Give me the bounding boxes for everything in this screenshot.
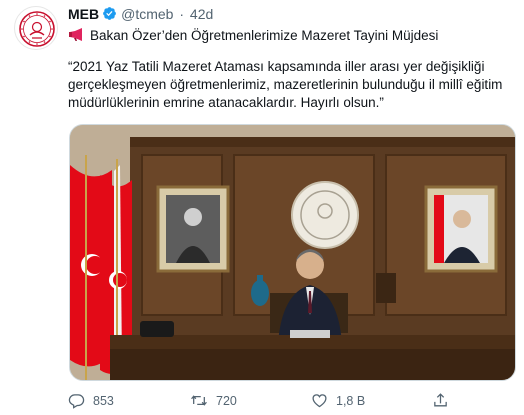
share-icon bbox=[432, 392, 449, 409]
reply-count: 853 bbox=[93, 393, 114, 408]
author-name[interactable]: MEB bbox=[68, 6, 99, 22]
reply-button[interactable]: 853 bbox=[68, 392, 114, 409]
tweet-headline-row: Bakan Özer’den Öğretmenlerimize Mazeret … bbox=[68, 27, 438, 47]
tweet-text-line: gerçekleşmeyen öğretmenlerimiz, mazeretl… bbox=[68, 77, 503, 92]
separator-dot: · bbox=[179, 6, 185, 22]
avatar[interactable] bbox=[14, 6, 58, 50]
author-handle[interactable]: @tcmeb bbox=[121, 6, 173, 22]
tweet-text: “2021 Yaz Tatili Mazeret Ataması kapsamı… bbox=[68, 58, 508, 112]
tweet-headline: Bakan Özer’den Öğretmenlerimize Mazeret … bbox=[90, 28, 439, 43]
like-button[interactable]: 1,8 B bbox=[311, 392, 365, 409]
share-button[interactable] bbox=[432, 392, 449, 409]
tweet-header: MEB @tcmeb · 42d bbox=[68, 5, 213, 25]
megaphone-icon bbox=[68, 27, 86, 47]
retweet-button[interactable]: 720 bbox=[190, 392, 237, 409]
heart-icon bbox=[311, 392, 328, 409]
meb-logo-icon bbox=[19, 11, 55, 47]
like-count: 1,8 B bbox=[336, 393, 366, 408]
tweet-photo[interactable] bbox=[69, 124, 516, 381]
reply-icon bbox=[68, 392, 85, 409]
verified-badge-icon bbox=[102, 6, 117, 25]
retweet-icon bbox=[190, 392, 208, 409]
tweet-actions: 853 720 1,8 B bbox=[68, 392, 508, 412]
retweet-count: 720 bbox=[216, 393, 237, 408]
office-photo-illustration bbox=[70, 125, 515, 380]
tweet-text-line: “2021 Yaz Tatili Mazeret Ataması kapsamı… bbox=[68, 59, 485, 74]
timestamp[interactable]: 42d bbox=[190, 6, 213, 22]
tweet-text-line: müdürlüklerinin emrine atanacaklardır. H… bbox=[68, 95, 384, 110]
